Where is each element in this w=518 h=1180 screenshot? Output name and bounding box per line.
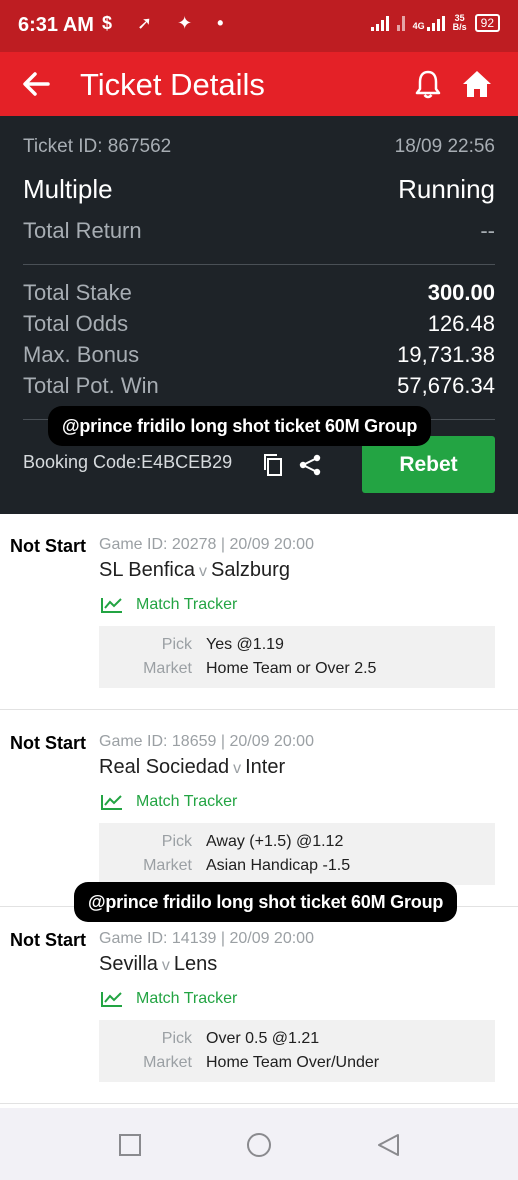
away-team: Salzburg xyxy=(211,559,290,581)
total-return-row: Total Return -- xyxy=(23,218,495,244)
game-teams: SL Benfica v Salzburg xyxy=(99,559,290,582)
match-tracker-label: Match Tracker xyxy=(136,990,238,1007)
market-value: Home Team Over/Under xyxy=(206,1054,380,1071)
market-label: Market xyxy=(143,1054,192,1071)
battery-icon: 92 xyxy=(474,14,500,32)
market-label: Market xyxy=(143,857,192,874)
ticket-datetime: 18/09 22:56 xyxy=(394,136,495,157)
data-speed-unit: B/s xyxy=(452,22,467,32)
game-row: Not Start Game ID: 18659 | 20/09 20:00 R… xyxy=(0,711,518,907)
total-stake-label: Total Stake xyxy=(23,280,132,305)
ticket-id-row: Ticket ID: 867562 18/09 22:56 xyxy=(23,136,495,158)
total-odds-row: Total Odds 126.48 xyxy=(23,311,495,337)
total-stake-value: 300.00 xyxy=(427,280,495,305)
total-return-label: Total Return xyxy=(23,218,142,243)
copy-icon[interactable] xyxy=(262,453,284,477)
share-icon[interactable] xyxy=(298,454,322,476)
total-odds-label: Total Odds xyxy=(23,311,129,336)
recent-apps-icon[interactable] xyxy=(117,1132,143,1158)
pick-label: Pick xyxy=(161,1030,192,1047)
pick-label: Pick xyxy=(161,636,192,653)
game-teams: Real Sociedad v Inter xyxy=(99,756,285,779)
game-meta: Game ID: 20278 | 20/09 20:00 xyxy=(99,536,314,553)
max-bonus-row: Max. Bonus 19,731.38 xyxy=(23,342,495,368)
selection-details: Pick Over 0.5 @1.21 Market Home Team Ove… xyxy=(99,1020,495,1082)
selection-details: Pick Away (+1.5) @1.12 Market Asian Hand… xyxy=(99,823,495,885)
max-bonus-label: Max. Bonus xyxy=(23,342,140,367)
game-status: Not Start xyxy=(10,733,86,753)
ticket-type-row: Multiple Running xyxy=(23,174,495,205)
versus: v xyxy=(199,563,207,580)
game-meta: Game ID: 18659 | 20/09 20:00 xyxy=(99,733,314,750)
booking-code: Booking Code:E4BCEB29 xyxy=(23,452,233,472)
home-team: Sevilla xyxy=(99,953,158,975)
home-team: Real Sociedad xyxy=(99,756,230,778)
chart-line-icon xyxy=(101,795,122,810)
game-meta: Game ID: 14139 | 20/09 20:00 xyxy=(99,930,314,947)
back-arrow-icon[interactable] xyxy=(22,64,50,113)
versus: v xyxy=(233,760,242,777)
max-bonus-value: 19,731.38 xyxy=(397,342,495,367)
ticket-id: Ticket ID: 867562 xyxy=(23,136,172,157)
total-return-value: -- xyxy=(480,218,495,243)
match-tracker-label: Match Tracker xyxy=(136,596,238,613)
app-header: Ticket Details xyxy=(0,52,518,116)
divider xyxy=(23,264,495,265)
status-indicators: 4G 35 B/s 92 xyxy=(370,14,500,32)
network-indicator: 4G xyxy=(413,15,445,31)
signal-icon xyxy=(370,15,389,31)
market-value: Asian Handicap -1.5 xyxy=(206,857,351,874)
pot-win-row: Total Pot. Win 57,676.34 xyxy=(23,373,495,399)
back-triangle-icon[interactable] xyxy=(376,1132,402,1158)
status-time: 6:31 AM xyxy=(18,14,94,36)
watermark-overlay: @prince fridilo long shot ticket 60M Gro… xyxy=(74,882,458,922)
signal-icon-2 xyxy=(396,15,405,31)
pick-value: Away (+1.5) @1.12 xyxy=(206,833,344,850)
home-circle-icon[interactable] xyxy=(246,1132,272,1158)
away-team: Inter xyxy=(245,756,286,778)
signal-icon-3 xyxy=(426,15,445,31)
notification-icons: $ ➚ ✦ • xyxy=(102,13,234,33)
system-nav-bar xyxy=(0,1108,518,1180)
match-tracker-link[interactable]: Match Tracker xyxy=(100,793,237,811)
game-status: Not Start xyxy=(10,930,86,950)
ticket-status: Running xyxy=(398,174,495,204)
bet-type: Multiple xyxy=(23,174,113,204)
game-row: Not Start Game ID: 14139 | 20/09 20:00 S… xyxy=(0,908,518,1104)
pick-label: Pick xyxy=(161,833,192,850)
match-tracker-label: Match Tracker xyxy=(136,793,238,810)
total-odds-value: 126.48 xyxy=(427,311,495,336)
selection-details: Pick Yes @1.19 Market Home Team or Over … xyxy=(99,626,495,688)
game-row: Not Start Game ID: 20278 | 20/09 20:00 S… xyxy=(0,514,518,710)
market-value: Home Team or Over 2.5 xyxy=(206,660,377,677)
pot-win-value: 57,676.34 xyxy=(397,373,495,398)
home-team: SL Benfica xyxy=(99,559,195,581)
versus: v xyxy=(161,957,170,974)
network-type: 4G xyxy=(412,21,425,31)
total-stake-row: Total Stake 300.00 xyxy=(23,280,495,306)
bell-icon[interactable] xyxy=(412,68,444,100)
pot-win-label: Total Pot. Win xyxy=(23,373,159,398)
chart-line-icon xyxy=(101,598,122,613)
chart-line-icon xyxy=(101,992,122,1007)
battery-level: 92 xyxy=(480,16,494,30)
away-team: Lens xyxy=(173,953,218,975)
watermark-overlay: @prince fridilo long shot ticket 60M Gro… xyxy=(48,406,432,446)
match-tracker-link[interactable]: Match Tracker xyxy=(100,596,237,614)
pick-value: Over 0.5 @1.21 xyxy=(206,1030,320,1047)
match-tracker-link[interactable]: Match Tracker xyxy=(100,990,237,1008)
page-title: Ticket Details xyxy=(80,67,265,102)
home-icon[interactable] xyxy=(461,68,493,100)
data-speed: 35 B/s xyxy=(453,14,467,32)
game-teams: Sevilla v Lens xyxy=(99,953,217,976)
status-bar: 6:31 AM $ ➚ ✦ • 4G 35 B/s 92 xyxy=(0,0,518,52)
pick-value: Yes @1.19 xyxy=(206,636,284,653)
ticket-summary: Ticket ID: 867562 18/09 22:56 Multiple R… xyxy=(0,116,518,514)
market-label: Market xyxy=(143,660,192,677)
game-status: Not Start xyxy=(10,536,86,556)
